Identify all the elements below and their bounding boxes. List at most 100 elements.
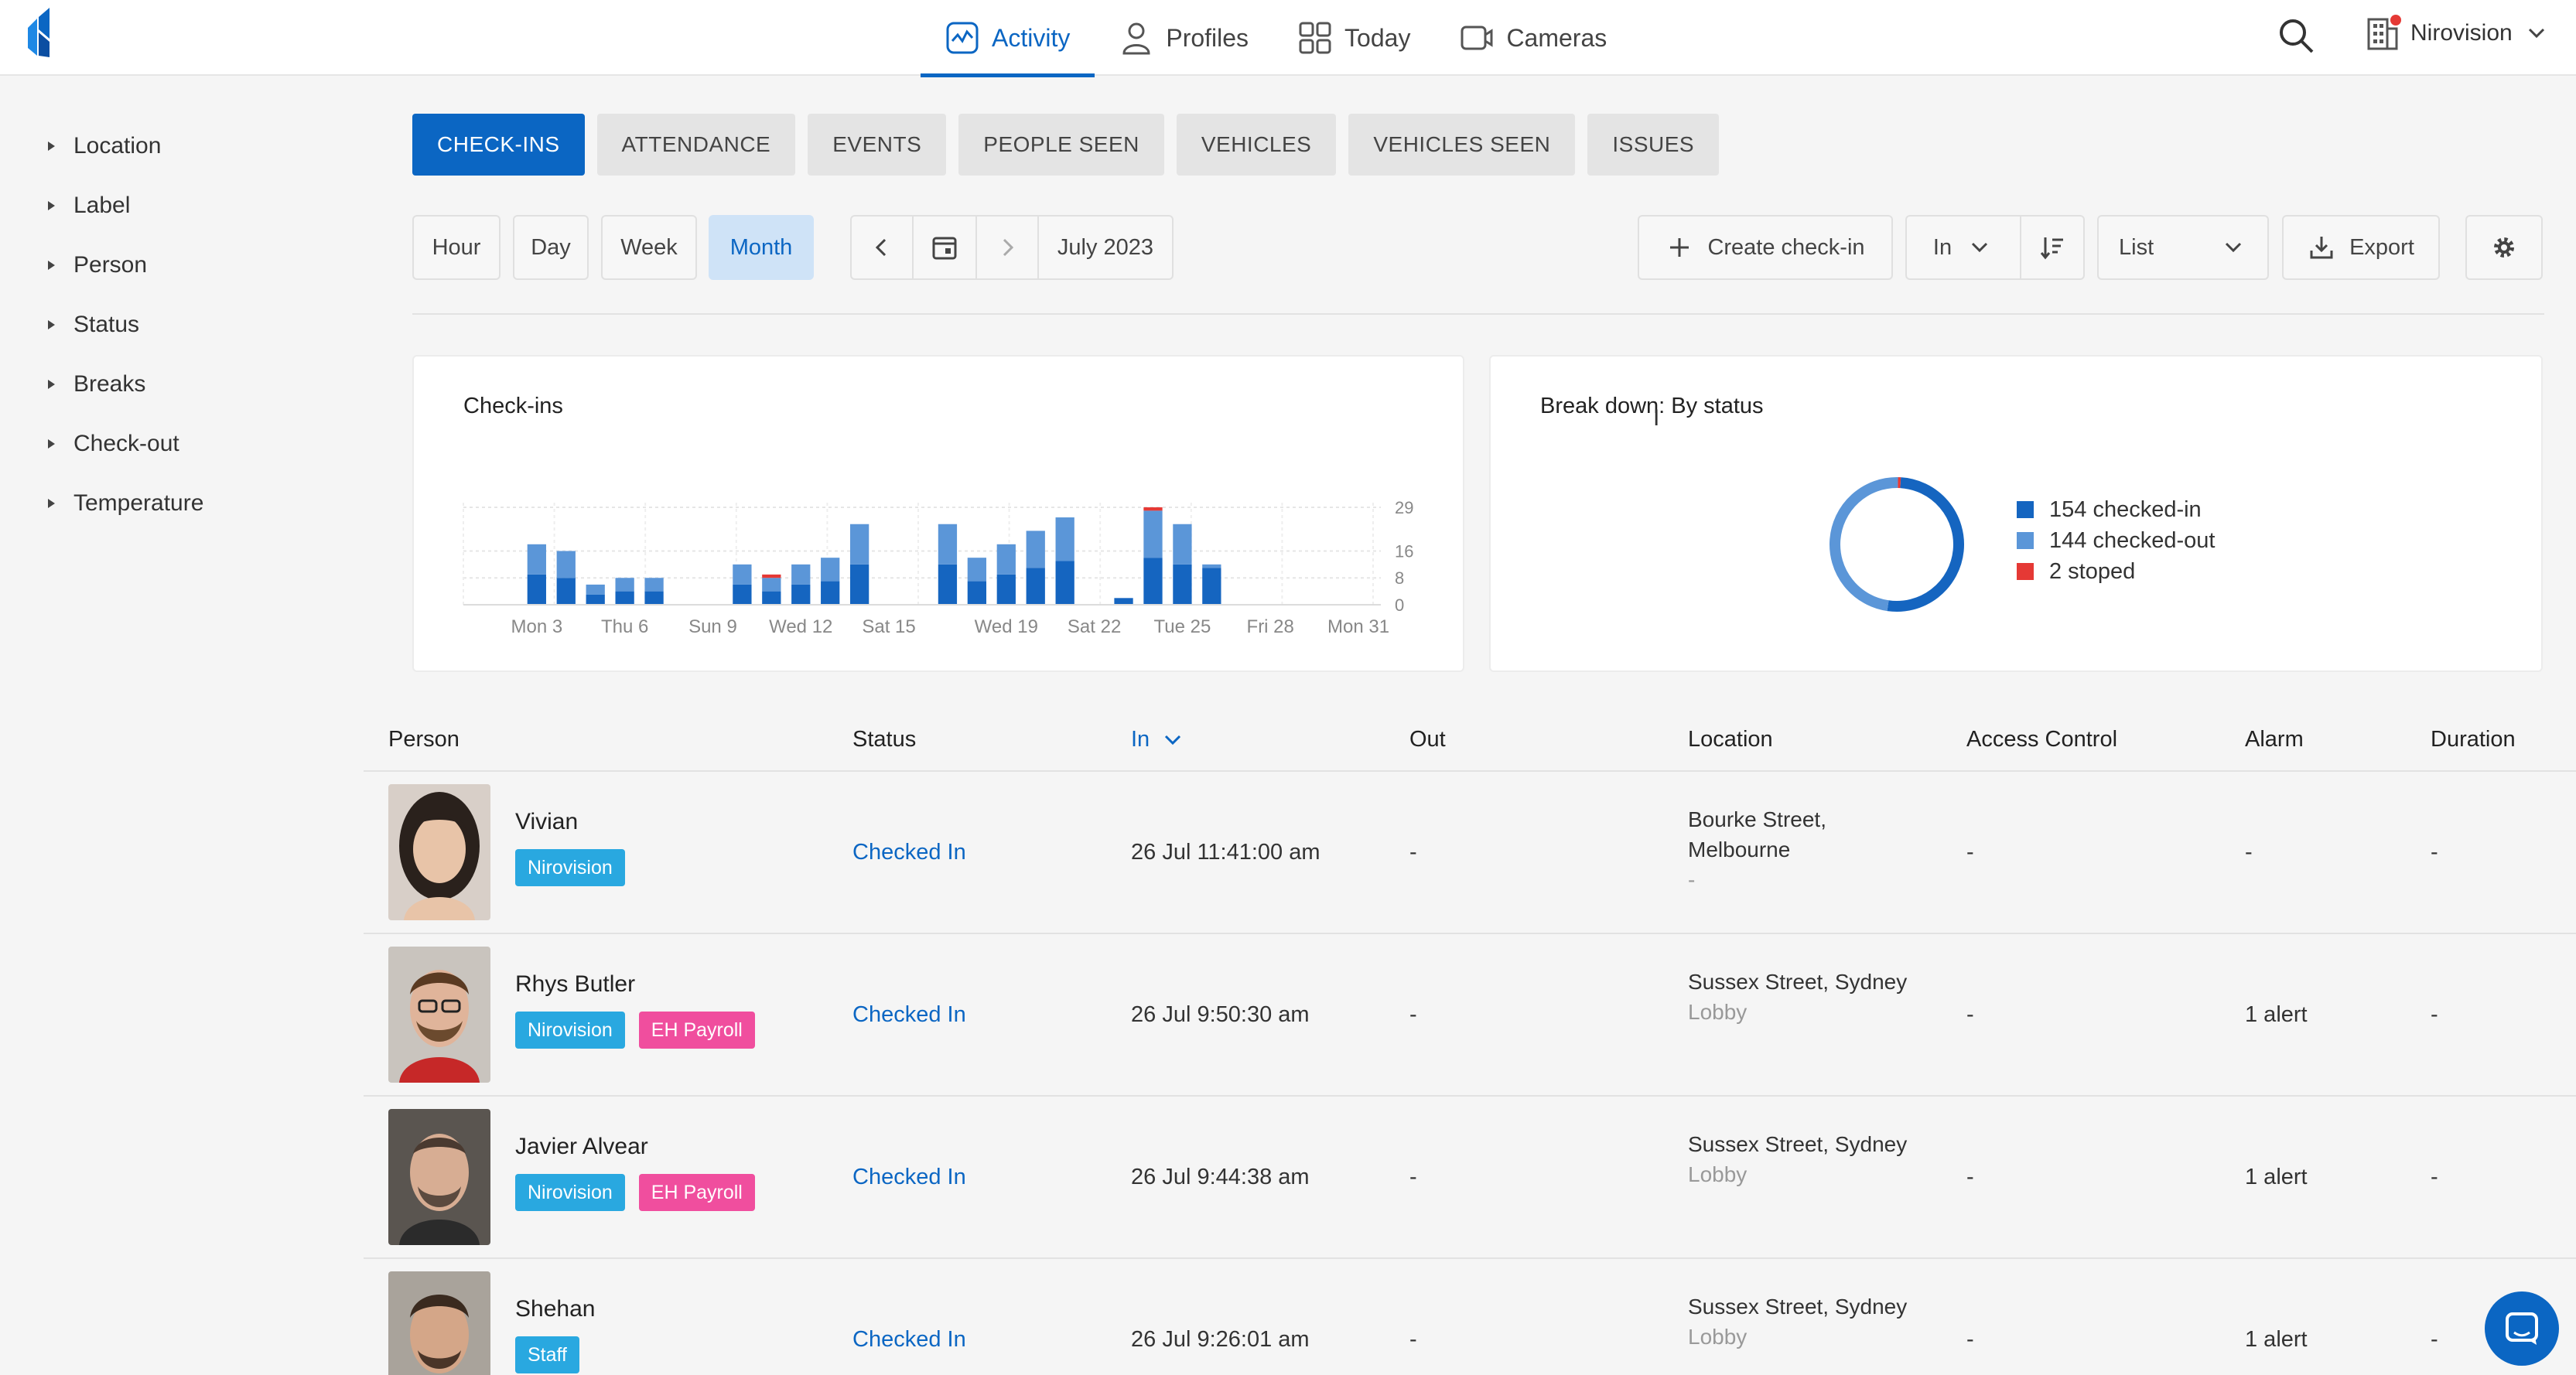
chevron-left-icon [875, 238, 887, 257]
sort-icon [2040, 237, 2063, 260]
x-tick-label: Thu 6 [601, 616, 648, 637]
duration-value: - [2431, 1165, 2438, 1189]
search-icon[interactable] [2276, 15, 2316, 56]
activity-tabs: CHECK-INS ATTENDANCE EVENTS PEOPLE SEEN … [412, 114, 1720, 176]
check-out-time: - [1409, 1165, 1417, 1189]
person-name[interactable]: Shehan [515, 1296, 595, 1322]
status-link[interactable]: Checked In [852, 840, 966, 865]
caret-right-icon [48, 379, 55, 389]
status-link[interactable]: Checked In [852, 1002, 966, 1028]
filter-breaks[interactable]: Breaks [0, 354, 340, 414]
export-button[interactable]: Export [2282, 215, 2440, 280]
previous-period-button[interactable] [850, 215, 914, 280]
filter-label[interactable]: Label [0, 176, 340, 235]
column-header-in[interactable]: In [1131, 727, 1185, 752]
check-out-time: - [1409, 840, 1417, 865]
building-icon [2366, 15, 2401, 50]
direction-select[interactable]: In [1905, 215, 2021, 280]
filter-check-out[interactable]: Check-out [0, 414, 340, 473]
bar-segment-checked-out [1055, 517, 1074, 561]
table-row[interactable]: Javier Alvear Nirovision EH Payroll Chec… [364, 1097, 2576, 1259]
range-month-button[interactable]: Month [709, 215, 814, 280]
period-label[interactable]: July 2023 [1037, 215, 1174, 280]
filter-label: Breaks [73, 370, 146, 397]
nav-tab-today[interactable]: Today [1273, 0, 1435, 76]
filter-temperature[interactable]: Temperature [0, 473, 340, 533]
legend-label: 154 checked-in [2049, 496, 2202, 522]
sort-order-button[interactable] [2020, 215, 2085, 280]
column-header-access-control[interactable]: Access Control [1966, 727, 2117, 752]
range-day-button[interactable]: Day [513, 215, 589, 280]
check-out-time: - [1409, 1327, 1417, 1352]
bar-segment-checked-in [615, 591, 634, 605]
nav-tab-profiles[interactable]: Profiles [1095, 0, 1273, 76]
avatar [388, 1271, 490, 1375]
legend-item-checked-out: 144 checked-out [2017, 525, 2215, 556]
avatar [388, 1109, 490, 1245]
filter-location[interactable]: Location [0, 116, 340, 176]
table-row[interactable]: Shehan Staff Checked In 26 Jul 9:26:01 a… [364, 1259, 2576, 1375]
column-header-status[interactable]: Status [852, 727, 916, 752]
status-link[interactable]: Checked In [852, 1327, 966, 1353]
bar-segment-checked-out [556, 551, 576, 578]
bar-segment-checked-out [849, 524, 869, 565]
x-tick-label: Sat 22 [1068, 616, 1121, 637]
check-ins-bar-chart: 0 8 16 29 Mon 3 Thu 6 Sun 9 Wed 12 Sat 15 Wed 19 S… [463, 498, 1413, 637]
caret-right-icon [48, 438, 55, 449]
column-header-person[interactable]: Person [388, 727, 460, 752]
column-header-duration[interactable]: Duration [2431, 727, 2516, 752]
nav-tab-cameras[interactable]: Cameras [1435, 0, 1631, 76]
chevron-down-icon [2528, 28, 2544, 39]
person-name[interactable]: Vivian [515, 809, 578, 835]
status-link[interactable]: Checked In [852, 1165, 966, 1190]
organization-switcher[interactable]: Nirovision [2366, 14, 2548, 53]
filter-label: Status [73, 311, 140, 337]
bar-segment-checked-out [762, 578, 781, 592]
tab-vehicles[interactable]: VEHICLES [1176, 114, 1337, 176]
create-check-in-button[interactable]: Create check-in [1638, 215, 1893, 280]
range-week-button[interactable]: Week [601, 215, 697, 280]
filter-person[interactable]: Person [0, 235, 340, 295]
tab-check-ins[interactable]: CHECK-INS [412, 114, 585, 176]
duration-value: - [2431, 840, 2438, 865]
toolbar-divider [412, 313, 2544, 315]
check-in-time: 26 Jul 9:26:01 am [1131, 1327, 1310, 1352]
nav-tab-activity[interactable]: Activity [921, 0, 1095, 77]
filter-label: Label [73, 192, 131, 218]
legend-swatch [2017, 532, 2034, 549]
nav-tab-label: Profiles [1166, 23, 1249, 52]
calendar-icon [932, 237, 957, 260]
settings-button[interactable] [2465, 215, 2543, 280]
column-header-location[interactable]: Location [1688, 727, 1773, 752]
calendar-button[interactable] [912, 215, 977, 280]
location-cell: Sussex Street, Sydney Lobby [1688, 967, 1907, 1027]
nav-tab-label: Today [1344, 23, 1411, 52]
bar-segment-checked-out [1143, 510, 1163, 558]
nirovision-logo-icon[interactable] [26, 8, 59, 57]
chat-support-button[interactable] [2485, 1291, 2559, 1366]
tab-events[interactable]: EVENTS [808, 114, 947, 176]
tab-attendance[interactable]: ATTENDANCE [596, 114, 796, 176]
caret-right-icon [48, 141, 55, 151]
camera-icon [1461, 26, 1493, 50]
x-tick-label: Mon 3 [511, 616, 562, 637]
view-select[interactable]: List [2097, 215, 2269, 280]
column-header-alarm[interactable]: Alarm [2245, 727, 2304, 752]
nav-tab-label: Activity [992, 23, 1071, 52]
tab-issues[interactable]: ISSUES [1587, 114, 1720, 176]
access-control-value: - [1966, 1002, 1974, 1027]
person-name[interactable]: Rhys Butler [515, 971, 635, 998]
x-tick-label: Wed 12 [769, 616, 832, 637]
table-row[interactable]: Vivian Nirovision Checked In 26 Jul 11:4… [364, 772, 2576, 934]
table-row[interactable]: Rhys Butler Nirovision EH Payroll Checke… [364, 934, 2576, 1097]
bar-segment-checked-in [967, 581, 987, 605]
column-header-out[interactable]: Out [1409, 727, 1446, 752]
filter-status[interactable]: Status [0, 295, 340, 354]
range-hour-button[interactable]: Hour [412, 215, 501, 280]
next-period-button[interactable] [975, 215, 1039, 280]
bar-segment-checked-out [644, 578, 664, 592]
person-name[interactable]: Javier Alvear [515, 1134, 648, 1160]
tab-vehicles-seen[interactable]: VEHICLES SEEN [1348, 114, 1576, 176]
tab-people-seen[interactable]: PEOPLE SEEN [958, 114, 1164, 176]
chevron-down-icon [1972, 242, 1988, 253]
